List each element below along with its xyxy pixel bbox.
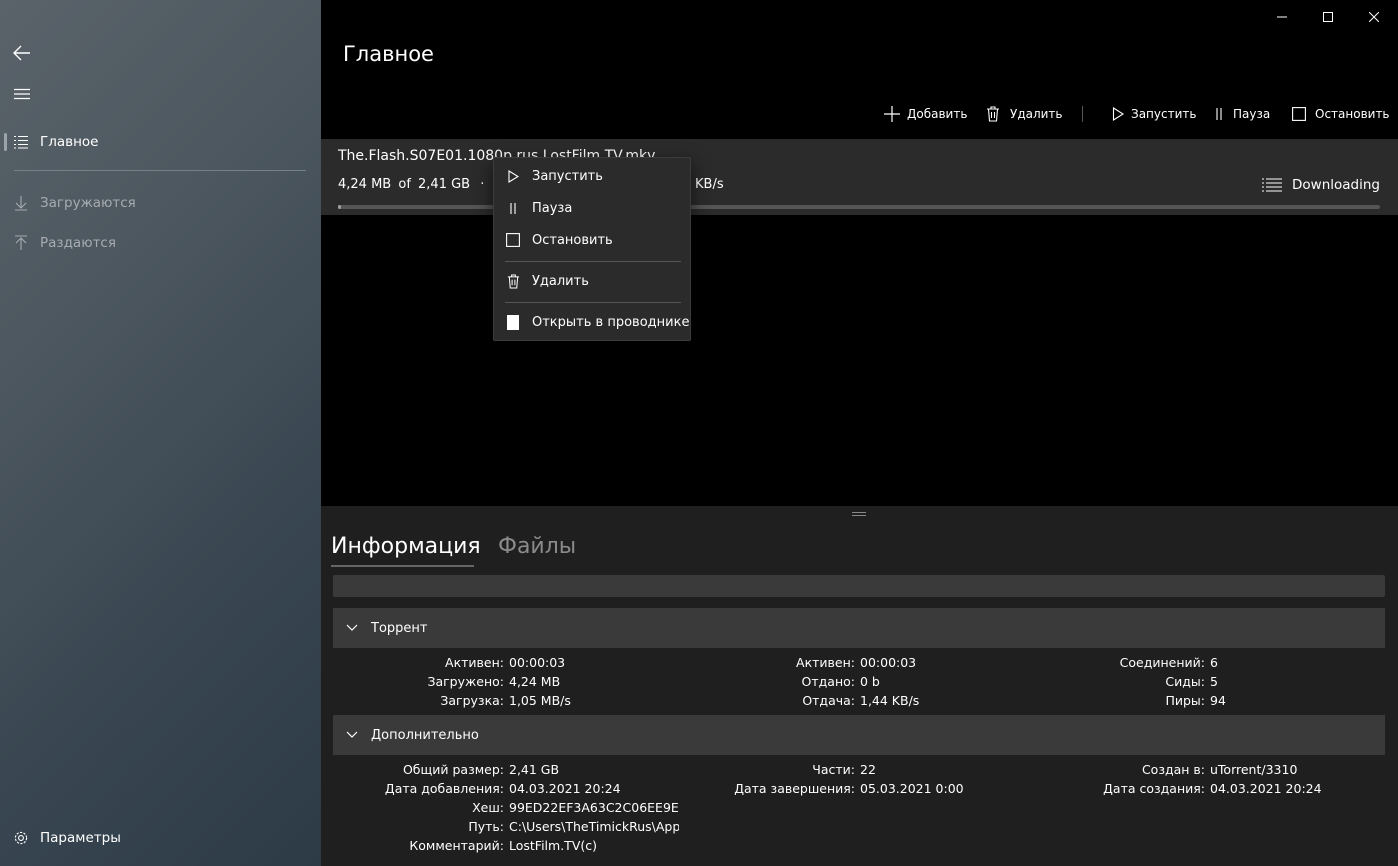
page-title: Главное — [343, 42, 434, 66]
status-text: Downloading — [1292, 177, 1380, 193]
nav-item-label: Раздаются — [40, 235, 116, 251]
nav-divider — [14, 170, 306, 171]
tab-information[interactable]: Информация — [331, 534, 481, 559]
menu-divider — [505, 302, 681, 303]
detail-value: LostFilm.TV(c) — [509, 838, 597, 853]
nav-item-label: Главное — [40, 134, 99, 150]
torrent-size-info: 4,24 MB of 2,41 GB · — [338, 177, 490, 192]
nav-item-label: Загружаются — [40, 195, 136, 211]
close-icon — [1369, 12, 1379, 22]
pause-icon — [1216, 108, 1222, 120]
context-menu-stop[interactable]: Остановить — [494, 226, 690, 254]
context-menu-start[interactable]: Запустить — [494, 162, 690, 190]
minimize-icon — [1277, 16, 1287, 18]
tab-files[interactable]: Файлы — [498, 534, 576, 559]
stop-icon — [494, 233, 532, 247]
play-icon — [1112, 107, 1124, 121]
details-panel: Информация Файлы Торрент Активен: 00:00:… — [321, 506, 1398, 866]
pause-icon — [494, 202, 532, 215]
stop-label: Остановить — [1315, 107, 1390, 121]
menu-divider — [505, 261, 681, 262]
detail-value: 04.03.2021 20:24 — [1210, 781, 1322, 796]
menu-item-label: Удалить — [532, 273, 589, 289]
trash-icon — [494, 273, 532, 289]
nav-item-label: Параметры — [40, 830, 121, 846]
menu-item-label: Пауза — [532, 200, 573, 216]
document-icon — [494, 314, 532, 330]
detail-label: Сиды: — [1165, 674, 1205, 689]
torrent-section-header[interactable]: Торрент — [333, 608, 1385, 648]
trash-icon — [987, 106, 999, 122]
context-menu-open-in-explorer[interactable]: Открыть в проводнике — [494, 308, 690, 336]
add-label: Добавить — [907, 107, 968, 121]
detail-value: 5 — [1210, 674, 1218, 689]
active-tab-indicator — [331, 565, 474, 567]
torrent-speed: KB/s — [695, 177, 724, 192]
stop-icon — [1292, 107, 1306, 121]
context-menu: Запустить Пауза Остановить Удалить Откры… — [493, 157, 691, 341]
detail-value: uTorrent/3310 — [1210, 762, 1298, 777]
pause-button[interactable]: Пауза — [1214, 103, 1270, 125]
play-icon — [494, 169, 532, 183]
detail-label: Создан в: — [1141, 762, 1205, 777]
start-label: Запустить — [1131, 107, 1197, 121]
nav-item-main[interactable]: Главное — [0, 124, 321, 160]
section-title: Дополнительно — [371, 727, 479, 743]
add-button[interactable]: Добавить — [884, 103, 967, 125]
details-toolbar — [333, 575, 1385, 597]
maximize-icon — [1323, 12, 1333, 22]
download-arrow-icon — [0, 195, 40, 211]
detail-value: 94 — [1210, 693, 1226, 708]
hamburger-menu-button[interactable] — [10, 82, 34, 106]
maximize-button[interactable] — [1305, 0, 1351, 34]
list-icon — [0, 135, 40, 149]
pause-label: Пауза — [1233, 107, 1271, 121]
toolbar-divider — [1082, 106, 1083, 122]
splitter-grip[interactable] — [852, 512, 866, 516]
chevron-down-icon — [333, 624, 371, 632]
detail-label: Путь: — [468, 819, 504, 834]
start-button[interactable]: Запустить — [1112, 103, 1196, 125]
nav-item-seeding[interactable]: Раздаются — [0, 225, 321, 261]
chevron-down-icon — [333, 731, 371, 739]
detail-label: Комментарий: — [409, 838, 504, 853]
torrent-list-item[interactable]: The.Flash.S07E01.1080p.rus.LostFilm.TV.m… — [321, 139, 1398, 215]
detail-value: 99ED22EF3A63C2C06EE9EC — [509, 800, 679, 815]
extra-section-header[interactable]: Дополнительно — [333, 715, 1385, 755]
detail-label: Дата создания: — [1103, 781, 1205, 796]
back-arrow-icon — [13, 45, 30, 61]
detail-value: C:\Users\TheTimickRus\App — [509, 819, 679, 834]
minimize-button[interactable] — [1259, 0, 1305, 34]
gear-icon — [0, 830, 40, 846]
close-button[interactable] — [1351, 0, 1397, 34]
progress-fill — [338, 205, 342, 209]
menu-item-label: Остановить — [532, 232, 613, 248]
nav-item-downloading[interactable]: Загружаются — [0, 185, 321, 221]
detail-label: Пиры: — [1165, 693, 1205, 708]
back-button[interactable] — [10, 41, 34, 65]
torrent-status: Downloading — [1262, 177, 1380, 193]
delete-label: Удалить — [1010, 107, 1063, 121]
stop-button[interactable]: Остановить — [1292, 103, 1390, 125]
plus-icon — [884, 106, 900, 122]
total-size: 2,41 GB — [418, 177, 471, 192]
detail-label: Соединений: — [1119, 655, 1205, 670]
context-menu-pause[interactable]: Пауза — [494, 194, 690, 222]
of-label: of — [398, 177, 411, 192]
section-title: Торрент — [371, 620, 428, 636]
hamburger-icon — [14, 88, 30, 100]
detail-value: 6 — [1210, 655, 1218, 670]
upload-arrow-icon — [0, 235, 40, 251]
list-status-icon — [1262, 178, 1283, 192]
context-menu-delete[interactable]: Удалить — [494, 267, 690, 295]
menu-item-label: Запустить — [532, 168, 603, 184]
nav-item-settings[interactable]: Параметры — [0, 820, 321, 856]
delete-button[interactable]: Удалить — [986, 103, 1063, 125]
separator-dot: · — [480, 177, 485, 192]
navigation-pane: Главное Загружаются Раздаются Параметры — [0, 0, 321, 866]
detail-label: Хеш: — [472, 800, 504, 815]
menu-item-label: Открыть в проводнике — [532, 314, 690, 330]
downloaded-size: 4,24 MB — [338, 177, 392, 192]
